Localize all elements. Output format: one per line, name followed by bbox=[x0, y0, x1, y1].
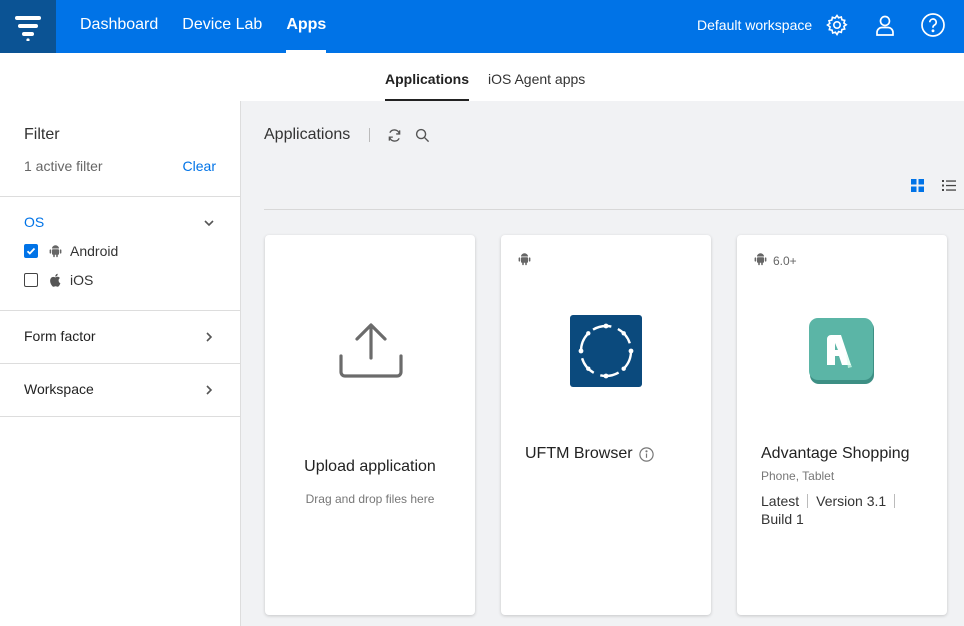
section-label: Form factor bbox=[24, 328, 96, 344]
filter-section-workspace[interactable]: Workspace bbox=[0, 364, 240, 416]
os-option-label: Android bbox=[70, 243, 119, 259]
filter-sidebar: Filter 1 active filter Clear OS Android … bbox=[0, 101, 241, 626]
android-icon bbox=[48, 244, 62, 258]
apple-icon bbox=[48, 273, 62, 287]
filter-title: Filter bbox=[24, 126, 60, 143]
form-factor-text: Phone, Tablet bbox=[761, 469, 835, 483]
info-icon[interactable] bbox=[638, 446, 654, 462]
app-name: Advantage Shopping bbox=[761, 445, 910, 463]
chevron-down-icon[interactable] bbox=[202, 216, 216, 230]
card-os-badge bbox=[518, 252, 531, 269]
nav-device-lab[interactable]: Device Lab bbox=[182, 0, 262, 53]
app-name: UFTM Browser bbox=[525, 445, 654, 463]
tab-ios-agent-apps[interactable]: iOS Agent apps bbox=[488, 53, 585, 101]
nav-dashboard[interactable]: Dashboard bbox=[80, 0, 158, 53]
chevron-right-icon bbox=[202, 330, 216, 344]
main-nav: Dashboard Device Lab Apps bbox=[80, 0, 350, 53]
meta-separator bbox=[894, 494, 896, 508]
ios-checkbox[interactable] bbox=[24, 273, 38, 287]
toolbar-divider bbox=[264, 209, 964, 210]
sub-tabs: Applications iOS Agent apps bbox=[0, 53, 964, 101]
divider bbox=[0, 416, 240, 417]
grid-view-icon[interactable] bbox=[910, 178, 924, 192]
app-logo[interactable] bbox=[0, 0, 56, 53]
filter-section-form-factor[interactable]: Form factor bbox=[0, 311, 240, 363]
top-bar: Dashboard Device Lab Apps Default worksp… bbox=[0, 0, 964, 53]
search-icon[interactable] bbox=[414, 127, 430, 143]
meta-build: Build 1 bbox=[761, 511, 804, 527]
user-icon[interactable] bbox=[872, 12, 898, 38]
refresh-icon[interactable] bbox=[386, 127, 402, 143]
os-option-ios[interactable]: iOS bbox=[24, 271, 93, 289]
gear-icon[interactable] bbox=[824, 12, 850, 38]
uftm-browser-app-icon bbox=[570, 315, 642, 387]
help-icon[interactable] bbox=[920, 12, 946, 38]
os-option-android[interactable]: Android bbox=[24, 242, 118, 260]
meta-version: Version 3.1 bbox=[816, 493, 887, 509]
chevron-right-icon bbox=[202, 383, 216, 397]
workspace-selector[interactable]: Default workspace bbox=[697, 0, 812, 50]
list-view-icon[interactable] bbox=[942, 178, 956, 192]
os-section-title[interactable]: OS bbox=[24, 214, 44, 230]
page-title: Applications bbox=[264, 126, 351, 143]
app-name-text: Advantage Shopping bbox=[761, 445, 910, 462]
upload-title: Upload application bbox=[304, 458, 436, 475]
nav-apps[interactable]: Apps bbox=[286, 0, 327, 53]
advantage-shopping-app-icon bbox=[809, 318, 875, 384]
divider bbox=[0, 196, 240, 197]
upload-subtitle: Drag and drop files here bbox=[305, 492, 435, 506]
upload-application-card[interactable]: Upload application Drag and drop files h… bbox=[265, 235, 475, 615]
app-card-uftm-browser[interactable]: UFTM Browser bbox=[501, 235, 711, 615]
title-separator bbox=[369, 128, 370, 142]
app-card-advantage-shopping[interactable]: 6.0+ Advantage Shopping Phone, Tablet La… bbox=[737, 235, 947, 615]
app-meta: Latest Version 3.1 Build 1 bbox=[761, 492, 931, 528]
active-filter-count: 1 active filter bbox=[24, 158, 103, 174]
android-icon bbox=[754, 252, 767, 269]
section-label: Workspace bbox=[24, 381, 94, 397]
card-os-badge: 6.0+ bbox=[754, 252, 797, 269]
android-checkbox[interactable] bbox=[24, 244, 38, 258]
os-version: 6.0+ bbox=[773, 253, 797, 268]
android-icon bbox=[518, 252, 531, 269]
clear-filters-link[interactable]: Clear bbox=[183, 158, 216, 174]
tab-applications[interactable]: Applications bbox=[385, 53, 470, 101]
meta-latest: Latest bbox=[761, 493, 800, 509]
os-option-label: iOS bbox=[70, 272, 94, 288]
app-name-text: UFTM Browser bbox=[525, 445, 633, 462]
meta-separator bbox=[807, 494, 809, 508]
upload-icon bbox=[335, 320, 407, 392]
logo-icon bbox=[15, 15, 41, 41]
